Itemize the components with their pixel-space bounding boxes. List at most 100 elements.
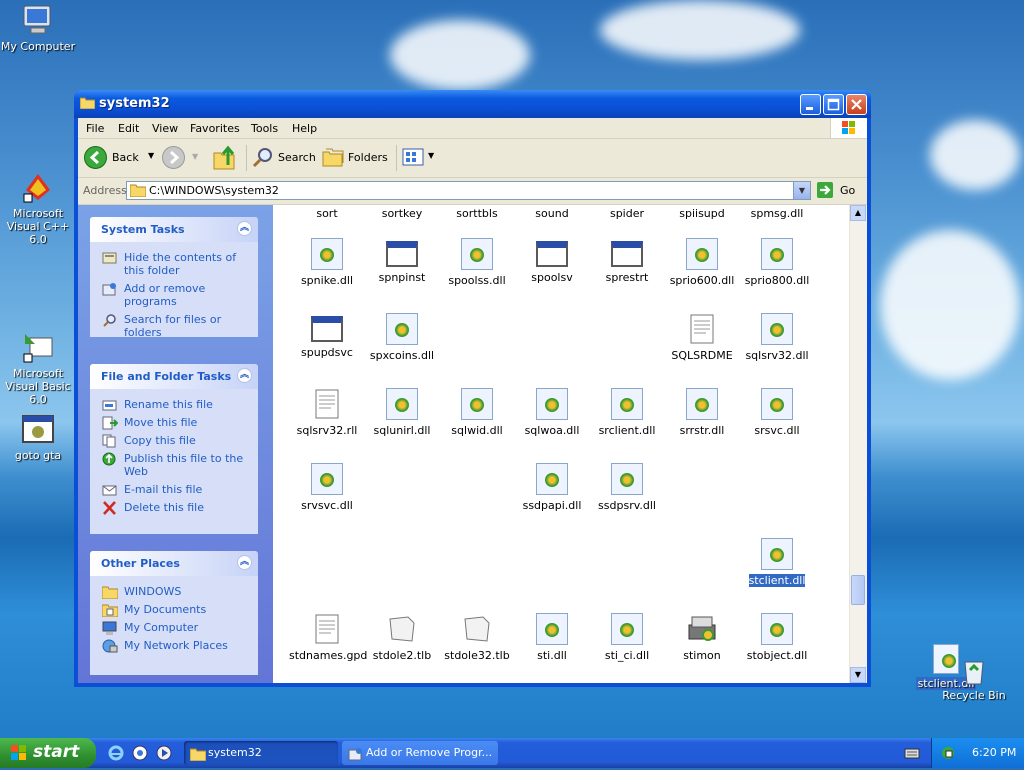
file-label: spoolss.dll (448, 274, 506, 287)
show-desktop-icon[interactable] (156, 745, 172, 761)
desktop-icon-my-computer[interactable]: My Computer (0, 3, 76, 53)
file-item[interactable]: srsvc.dll (739, 388, 815, 437)
file-item[interactable]: spiisupd (664, 207, 740, 220)
chevron-down-icon[interactable]: ▼ (793, 182, 810, 199)
menu-view[interactable]: View (152, 122, 178, 135)
menu-help[interactable]: Help (292, 122, 317, 135)
media-player-icon[interactable] (132, 745, 148, 761)
file-item[interactable]: stdole2.tlb (364, 613, 440, 662)
task-rename-file[interactable]: Rename this file (90, 395, 258, 413)
keyboard-icon[interactable] (904, 746, 920, 760)
task-publish-web[interactable]: Publish this file to the Web (90, 449, 258, 480)
folders-button[interactable]: Folders (322, 146, 390, 170)
menu-tools[interactable]: Tools (251, 122, 278, 135)
place-my-network-places[interactable]: My Network Places (90, 636, 258, 654)
file-item[interactable]: sqlunirl.dll (364, 388, 440, 437)
address-input[interactable]: C:\WINDOWS\system32 ▼ (126, 181, 811, 200)
collapse-chevron-icon[interactable]: ︽ (237, 221, 252, 236)
collapse-chevron-icon[interactable]: ︽ (237, 368, 252, 383)
clock[interactable]: 6:20 PM (972, 746, 1016, 759)
file-label: spnike.dll (300, 274, 354, 287)
dll-file-icon (461, 238, 493, 270)
taskbar-button-add-remove-programs[interactable]: Add or Remove Progr... (342, 741, 498, 765)
file-item[interactable]: stimon (664, 613, 740, 662)
menu-file[interactable]: File (86, 122, 104, 135)
up-folder-button[interactable] (212, 145, 238, 171)
file-item[interactable]: sortkey (364, 207, 440, 220)
back-button[interactable]: Back ▼ (84, 146, 156, 170)
file-item[interactable]: stdole32.tlb (439, 613, 515, 662)
file-item[interactable]: ssdpapi.dll (514, 463, 590, 512)
maximize-button[interactable] (823, 94, 844, 115)
my-documents-icon (101, 603, 119, 618)
system-tray: 6:20 PM (931, 738, 1024, 768)
file-item[interactable]: spnpinst (364, 238, 440, 284)
network-tray-icon[interactable] (940, 745, 956, 761)
place-windows[interactable]: WINDOWS (90, 582, 258, 600)
collapse-chevron-icon[interactable]: ︽ (237, 555, 252, 570)
menu-favorites[interactable]: Favorites (190, 122, 240, 135)
task-add-remove-programs[interactable]: Add or remove programs (90, 279, 258, 310)
file-item[interactable]: ssdpsrv.dll (589, 463, 665, 512)
scroll-down-arrow-icon[interactable]: ▼ (850, 667, 866, 683)
vertical-scrollbar[interactable]: ▲ ▼ (849, 205, 867, 683)
desktop-icon-visual-basic[interactable]: Microsoft Visual Basic 6.0 (0, 330, 76, 406)
place-my-documents[interactable]: My Documents (90, 600, 258, 618)
file-label: stclient.dll (747, 573, 807, 588)
desktop-icon-goto-gta[interactable]: goto gta (0, 412, 76, 462)
file-item[interactable]: spoolss.dll (439, 238, 515, 287)
file-item[interactable]: srvsvc.dll (289, 463, 365, 512)
file-item[interactable]: spxcoins.dll (364, 313, 440, 362)
file-item[interactable]: srclient.dll (589, 388, 665, 437)
file-item[interactable]: sound (514, 207, 590, 220)
file-item[interactable]: sqlwoa.dll (514, 388, 590, 437)
views-button[interactable]: ▼ (402, 147, 438, 169)
task-copy-file[interactable]: Copy this file (90, 431, 258, 449)
file-item[interactable]: sqlsrv32.rll (289, 388, 365, 437)
task-email-file[interactable]: E-mail this file (90, 480, 258, 498)
internet-explorer-icon[interactable] (108, 745, 124, 761)
file-item[interactable]: spnike.dll (289, 238, 365, 287)
minimize-button[interactable] (800, 94, 821, 115)
file-item[interactable]: spmsg.dll (739, 207, 815, 220)
visual-cpp-icon (21, 170, 55, 204)
file-item[interactable]: spupdsvc (289, 313, 365, 359)
task-move-file[interactable]: Move this file (90, 413, 258, 431)
file-item[interactable]: spoolsv (514, 238, 590, 284)
menu-edit[interactable]: Edit (118, 122, 139, 135)
desktop-icon-recycle-bin[interactable]: Recycle Bin (936, 656, 1012, 702)
place-my-computer[interactable]: My Computer (90, 618, 258, 636)
scroll-up-arrow-icon[interactable]: ▲ (850, 205, 866, 221)
title-bar[interactable]: system32 (74, 90, 871, 118)
file-item[interactable]: spider (589, 207, 665, 220)
close-button[interactable] (846, 94, 867, 115)
search-icon (102, 313, 118, 327)
task-hide-folder-contents[interactable]: Hide the contents of this folder (90, 248, 258, 279)
file-item[interactable]: sprestrt (589, 238, 665, 284)
task-delete-file[interactable]: Delete this file (90, 498, 258, 516)
panel-header[interactable]: Other Places ︽ (90, 551, 258, 576)
file-item[interactable]: sti.dll (514, 613, 590, 662)
file-item[interactable]: stobject.dll (739, 613, 815, 662)
panel-header[interactable]: File and Folder Tasks ︽ (90, 364, 258, 389)
desktop-icon-visual-cpp[interactable]: Microsoft Visual C++ 6.0 (0, 170, 76, 246)
forward-button[interactable]: ▼ (162, 146, 202, 170)
file-item[interactable]: sorttbls (439, 207, 515, 220)
file-item[interactable]: sqlwid.dll (439, 388, 515, 437)
taskbar-button-system32[interactable]: system32 (184, 741, 338, 765)
file-item[interactable]: stclient.dll (739, 538, 815, 588)
file-item[interactable]: sti_ci.dll (589, 613, 665, 662)
file-item[interactable]: stdnames.gpd (289, 613, 367, 662)
start-button[interactable]: start (0, 738, 96, 768)
file-item[interactable]: sort (289, 207, 365, 220)
task-search-files[interactable]: Search for files or folders (90, 310, 258, 341)
file-item[interactable]: SQLSRDME (664, 313, 740, 362)
search-button[interactable]: Search (252, 146, 316, 170)
file-item[interactable]: sprio800.dll (739, 238, 815, 287)
file-item[interactable]: srrstr.dll (664, 388, 740, 437)
file-item[interactable]: sqlsrv32.dll (739, 313, 815, 362)
file-item[interactable]: sprio600.dll (664, 238, 740, 287)
panel-header[interactable]: System Tasks ︽ (90, 217, 258, 242)
scroll-thumb[interactable] (851, 575, 865, 605)
go-button[interactable]: Go (816, 181, 862, 201)
